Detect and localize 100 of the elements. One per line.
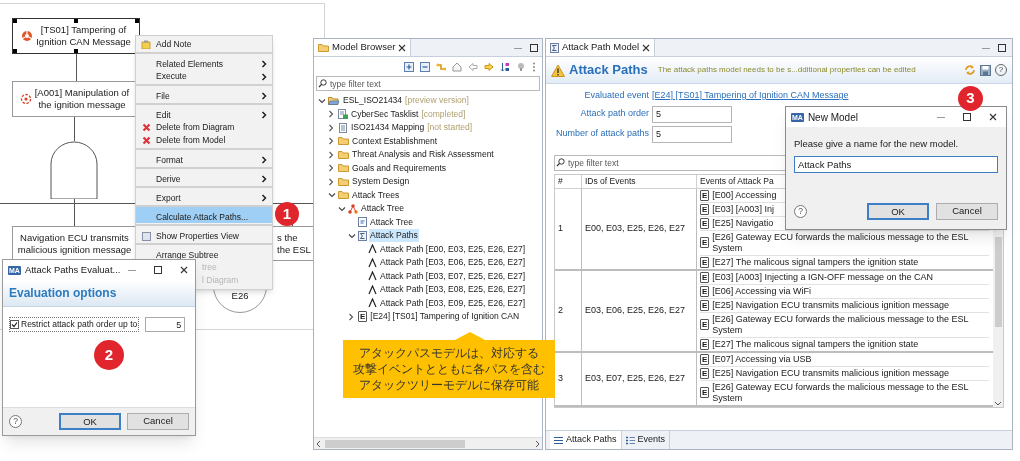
scroll-right-icon[interactable] — [535, 439, 540, 448]
outline-item[interactable]: Attack Paths — [369, 229, 419, 243]
column-header[interactable]: # — [555, 174, 582, 189]
checklist-icon — [338, 109, 348, 120]
folder-icon — [338, 190, 349, 201]
panel-tab[interactable]: Model Browser — [314, 39, 412, 56]
event-type-tag: E — [700, 299, 710, 311]
outline-item[interactable]: Attack Tree — [360, 202, 405, 216]
outline-item[interactable]: Attack Path [E03, E08, E25, E26, E27] — [379, 283, 527, 297]
outline-item[interactable]: Attack Path [E03, E06, E25, E26, E27] — [379, 256, 527, 270]
chevron-right-icon[interactable] — [328, 123, 336, 132]
outline-item[interactable]: ESL_ISO21434 — [342, 94, 404, 108]
menu-item[interactable]: Related Elements — [136, 52, 272, 70]
search-icon — [556, 157, 565, 167]
chevron-down-icon[interactable] — [318, 96, 326, 105]
field-label: Evaluated event — [583, 89, 650, 102]
callout-text: アタックパスモデルは、対応する — [359, 345, 539, 361]
editor-tab[interactable]: Events — [621, 431, 671, 449]
kebab-menu-icon[interactable] — [532, 61, 536, 72]
horizontal-scrollbar[interactable] — [314, 437, 542, 449]
outline-item[interactable]: Attack Tree — [369, 215, 414, 229]
chevron-down-icon[interactable] — [338, 204, 346, 213]
forward-arrow-icon[interactable] — [484, 61, 494, 72]
editor-tab[interactable]: Attack Paths — [550, 431, 622, 449]
outline-item[interactable]: System Design — [351, 175, 411, 189]
maximize-icon[interactable] — [998, 43, 1006, 52]
status-label: [completed] — [421, 107, 466, 121]
outline-item[interactable]: Attack Trees — [351, 188, 401, 202]
close-icon[interactable] — [180, 266, 189, 274]
chevron-right-icon[interactable] — [328, 164, 336, 173]
chevron-down-icon[interactable] — [348, 231, 356, 240]
event-type-tag: E — [700, 237, 710, 248]
maximize-icon[interactable] — [963, 113, 971, 121]
outline-item[interactable]: Threat Analysis and Risk Assessment — [351, 148, 495, 162]
sort-icon[interactable] — [500, 61, 510, 72]
chevron-right-icon — [261, 156, 267, 164]
close-icon[interactable] — [642, 43, 651, 52]
window-title: Attack Paths Evaluat... — [24, 262, 121, 277]
diagram-node[interactable]: [TS01] Tampering of Ignition CAN Message — [12, 18, 140, 54]
save-icon[interactable] — [980, 64, 991, 76]
dialog-button[interactable]: Cancel — [936, 202, 998, 220]
event-text: [E25] Navigatio — [712, 217, 774, 229]
text-field[interactable]: 5 — [652, 105, 732, 123]
lines-icon — [554, 435, 563, 445]
collapse-all-icon[interactable] — [420, 61, 430, 72]
outline-item[interactable]: ISO21434 Mapping — [350, 121, 426, 135]
column-header[interactable]: IDs of Events — [582, 174, 697, 189]
connector-line — [74, 117, 75, 141]
checkbox[interactable]: Restrict attack path order up to — [9, 317, 140, 332]
menu-item[interactable]: Show Properties View — [136, 224, 272, 242]
scroll-left-icon[interactable] — [316, 439, 321, 448]
menu-item[interactable]: File — [136, 84, 272, 102]
chevron-right-icon[interactable] — [328, 150, 336, 159]
outline-item[interactable]: Attack Path [E00, E03, E25, E26, E27] — [379, 242, 527, 256]
outline-item[interactable]: Context Establishment — [351, 134, 439, 148]
open-folder-icon — [328, 95, 340, 106]
menu-item[interactable]: Execute — [136, 70, 272, 83]
maximize-icon[interactable] — [154, 266, 163, 274]
outline-item[interactable]: Goals and Requirements — [351, 161, 448, 175]
outline-item[interactable]: CyberSec Tasklist — [350, 107, 420, 121]
expand-all-icon[interactable] — [404, 61, 414, 72]
menu-item[interactable]: Delete from Model — [136, 134, 272, 147]
event-link[interactable]: [E24] [TS01] Tampering of Ignition CAN Message — [652, 89, 849, 103]
dialog-button[interactable]: Cancel — [127, 413, 189, 430]
document-icon — [358, 217, 367, 228]
help-button[interactable]: ? — [794, 204, 807, 218]
close-icon[interactable] — [398, 43, 407, 52]
chevron-right-icon[interactable] — [348, 312, 356, 321]
number-field[interactable]: 5 — [145, 317, 186, 332]
event-type-tag: E — [700, 217, 710, 229]
menu-item[interactable]: Delete from Diagram — [136, 121, 272, 134]
help-button[interactable]: ? — [9, 415, 22, 428]
panel-tab[interactable]: Attack Path Model — [546, 39, 656, 56]
node-label: E26 — [231, 290, 249, 302]
dialog-button[interactable]: OK — [867, 202, 929, 220]
diagram-node[interactable]: [A001] Manipulation of the ignition message — [12, 81, 137, 117]
outline-item[interactable]: [E24] [TS01] Tampering of Ignition CAN — [369, 310, 520, 324]
maximize-icon[interactable] — [530, 43, 538, 52]
scroll-down-icon[interactable] — [994, 400, 1002, 407]
text-field[interactable]: 5 — [652, 125, 732, 143]
chevron-down-icon[interactable] — [328, 191, 336, 200]
filter-field[interactable]: type filter text — [316, 76, 540, 91]
menu-item[interactable]: Edit — [136, 103, 272, 121]
callout-text: アタックツリーモデルに保存可能 — [359, 377, 539, 393]
table-cell: E00, E03, E25, E26, E27 — [582, 188, 697, 271]
chevron-right-icon[interactable] — [328, 177, 336, 186]
connector-line — [76, 54, 77, 81]
chevron-right-icon[interactable] — [328, 110, 336, 119]
home-icon[interactable] — [452, 61, 462, 72]
table-cell: E03, E06, E25, E26, E27 — [582, 270, 697, 353]
outline-item[interactable]: Attack Path [E03, E07, E25, E26, E27] — [379, 269, 527, 283]
menu-item[interactable]: Format — [136, 148, 272, 166]
chevron-right-icon[interactable] — [328, 137, 336, 146]
name-field[interactable]: Attack Paths — [794, 156, 998, 174]
cross-icon — [141, 136, 151, 145]
menu-item[interactable]: Derive — [136, 167, 272, 185]
dialog-button[interactable]: OK — [59, 413, 121, 430]
outline-item[interactable]: Attack Path [E03, E09, E25, E26, E27] — [379, 296, 527, 310]
menu-item[interactable]: Calculate Attack Paths... — [136, 205, 272, 223]
close-icon[interactable] — [989, 113, 997, 121]
